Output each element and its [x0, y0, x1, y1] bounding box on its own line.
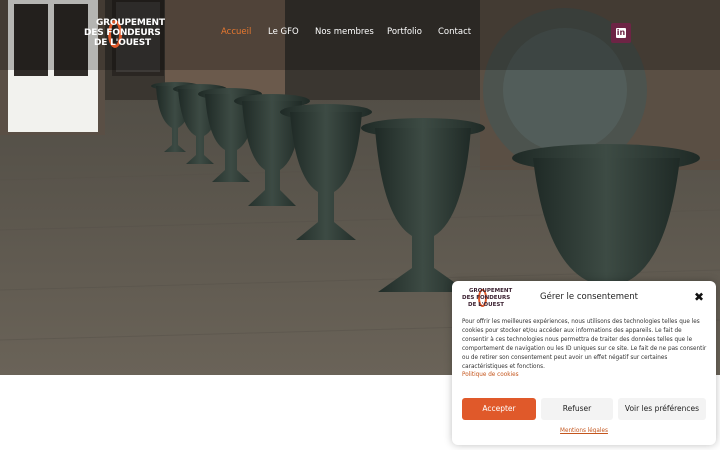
logo-line-2: DES FONDEURS: [84, 28, 161, 38]
refuse-button[interactable]: Refuser: [541, 398, 613, 420]
accept-button[interactable]: Accepter: [462, 398, 536, 420]
logo-line-1: GROUPEMENT: [96, 18, 165, 28]
cookie-body-text: Pour offrir les meilleures expériences, …: [462, 319, 707, 370]
logo-line-3: DE L'OUEST: [94, 38, 151, 48]
site-header: GROUPEMENT DES FONDEURS DE L'OUEST Accue…: [0, 0, 720, 66]
linkedin-button[interactable]: in: [611, 23, 631, 43]
cookie-consent-dialog: GROUPEMENT DES FONDEURS DE L'OUEST Gérer…: [452, 281, 716, 445]
cookie-title: Gérer le consentement: [540, 292, 638, 302]
nav-item-le-gfo[interactable]: Le GFO: [268, 27, 299, 37]
cookie-logo-line-3: DE L'OUEST: [468, 302, 505, 308]
nav-item-nos-membres[interactable]: Nos membres: [315, 27, 374, 37]
cookie-logo: GROUPEMENT DES FONDEURS DE L'OUEST: [462, 288, 516, 308]
nav-item-contact[interactable]: Contact: [438, 27, 471, 37]
nav-item-accueil[interactable]: Accueil: [221, 27, 251, 37]
cookie-logo-line-2: DES FONDEURS: [462, 295, 511, 301]
cookie-policy-link[interactable]: Politique de cookies: [462, 372, 519, 378]
linkedin-icon: in: [616, 28, 626, 38]
nav-item-portfolio[interactable]: Portfolio: [387, 27, 422, 37]
close-icon[interactable]: ✖: [692, 290, 706, 304]
site-logo[interactable]: GROUPEMENT DES FONDEURS DE L'OUEST: [84, 18, 168, 50]
cookie-logo-line-1: GROUPEMENT: [469, 288, 513, 294]
preferences-button[interactable]: Voir les préférences: [618, 398, 706, 420]
legal-notice-link[interactable]: Mentions légales: [452, 428, 716, 434]
